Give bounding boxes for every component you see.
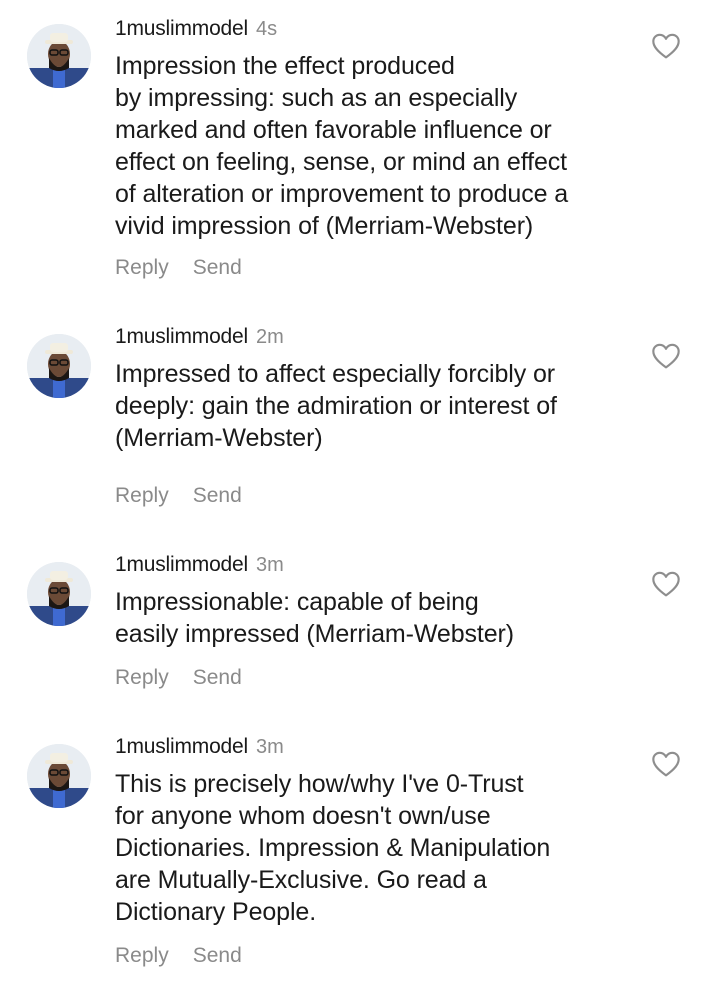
comment-text-line: effect on feeling, sense, or mind an eff… xyxy=(115,148,568,176)
like-button[interactable] xyxy=(650,340,682,372)
like-button[interactable] xyxy=(650,748,682,780)
comment-username[interactable]: 1muslimmodel xyxy=(115,17,248,40)
comment-content: 1muslimmodel 4s Impression the effect pro… xyxy=(115,14,635,242)
avatar[interactable] xyxy=(27,334,91,398)
heart-outline-icon xyxy=(652,33,680,59)
comment-text-line: Impressed to affect especially forcibly … xyxy=(115,360,555,388)
heart-outline-icon xyxy=(652,343,680,369)
comment-meta: 1muslimmodel 2m xyxy=(115,322,635,352)
comment-username[interactable]: 1muslimmodel xyxy=(115,735,248,758)
send-button[interactable]: Send xyxy=(193,484,242,507)
comment-text-line: are Mutually-Exclusive. Go read a xyxy=(115,866,487,894)
comment-text-line: deeply: gain the admiration or interest … xyxy=(115,392,557,420)
reply-button[interactable]: Reply xyxy=(115,484,169,507)
comment-timestamp: 4s xyxy=(255,18,278,40)
comment-text-line: Dictionaries. Impression & Manipulation xyxy=(115,834,551,862)
avatar[interactable] xyxy=(27,744,91,808)
comment-actions: Reply Send xyxy=(115,484,242,508)
avatar-image xyxy=(27,24,91,88)
comment-text: Impression the effect produced by impres… xyxy=(115,50,635,242)
comment-actions: Reply Send xyxy=(115,666,242,690)
comment-text-line: Impressionable: capable of being xyxy=(115,588,479,616)
comment-text-line: This is precisely how/why I've 0-Trust xyxy=(115,770,524,798)
comment-meta: 1muslimmodel 3m xyxy=(115,550,635,580)
comment-username[interactable]: 1muslimmodel xyxy=(115,553,248,576)
avatar-image xyxy=(27,744,91,808)
avatar-image xyxy=(27,334,91,398)
comment-text-line: by impressing: such as an especially xyxy=(115,84,518,112)
send-button[interactable]: Send xyxy=(193,256,242,279)
avatar[interactable] xyxy=(27,24,91,88)
heart-outline-icon xyxy=(652,571,680,597)
comment-timestamp: 3m xyxy=(255,736,284,758)
comment-meta: 1muslimmodel 3m xyxy=(115,732,635,762)
comment-text-line: for anyone whom doesn't own/use xyxy=(115,802,491,830)
comment-text-line: of alteration or improvement to produce … xyxy=(115,180,569,208)
comment-content: 1muslimmodel 3m Impressionable: capable o… xyxy=(115,550,635,650)
comment-text-line: Impression the effect produced xyxy=(115,52,455,80)
reply-button[interactable]: Reply xyxy=(115,944,169,967)
like-button[interactable] xyxy=(650,568,682,600)
comment-text-line: easily impressed (Merriam-Webster) xyxy=(115,620,514,648)
comment-username[interactable]: 1muslimmodel xyxy=(115,325,248,348)
comment-timestamp: 3m xyxy=(255,554,284,576)
comment-text-line: Dictionary People. xyxy=(115,898,317,926)
avatar[interactable] xyxy=(27,562,91,626)
heart-outline-icon xyxy=(652,751,680,777)
comment-content: 1muslimmodel 2m Impressed to affect espec… xyxy=(115,322,635,454)
reply-button[interactable]: Reply xyxy=(115,666,169,689)
send-button[interactable]: Send xyxy=(193,944,242,967)
comment-timestamp: 2m xyxy=(255,326,284,348)
comment-content: 1muslimmodel 3m This is precisely how/why… xyxy=(115,732,635,928)
comment-text: This is precisely how/why I've 0-Trust f… xyxy=(115,768,635,928)
comment-actions: Reply Send xyxy=(115,256,242,280)
send-button[interactable]: Send xyxy=(193,666,242,689)
avatar-image xyxy=(27,562,91,626)
comment-meta: 1muslimmodel 4s xyxy=(115,14,635,44)
like-button[interactable] xyxy=(650,30,682,62)
comment-text: Impressionable: capable of being easily … xyxy=(115,586,635,650)
comment-actions: Reply Send xyxy=(115,944,242,968)
comment-text: Impressed to affect especially forcibly … xyxy=(115,358,635,454)
comment-text-line: (Merriam-Webster) xyxy=(115,424,323,452)
comment-text-line: marked and often favorable influence or xyxy=(115,116,552,144)
reply-button[interactable]: Reply xyxy=(115,256,169,279)
comment-text-line: vivid impression of (Merriam-Webster) xyxy=(115,212,534,240)
